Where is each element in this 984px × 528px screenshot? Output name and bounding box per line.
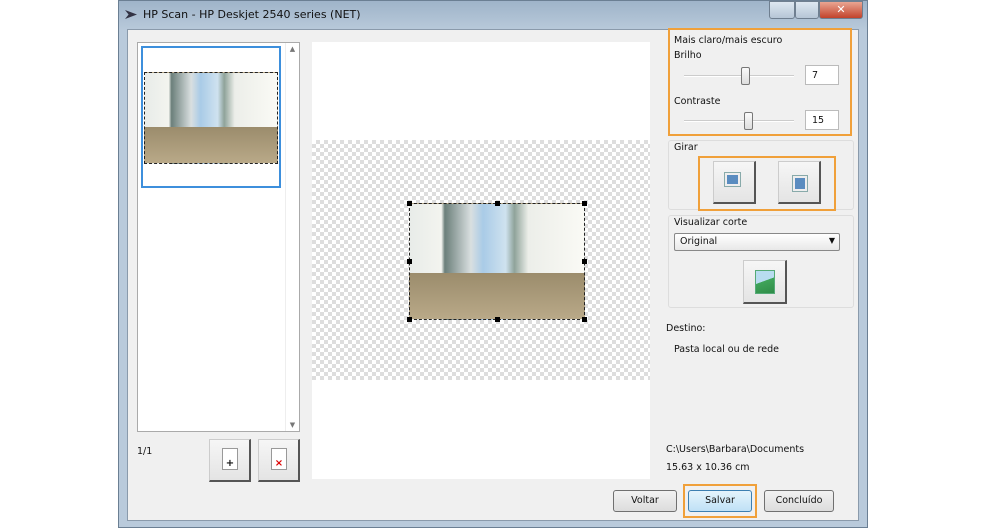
contrast-label: Contraste bbox=[674, 96, 721, 107]
crop-view-selected: Original bbox=[680, 236, 718, 247]
adjust-group-label: Mais claro/mais escuro bbox=[674, 35, 783, 46]
client-area: ▲ ▼ + × 1/1 Mais claro/mais escuro Brilho… bbox=[127, 28, 859, 521]
page-counter: 1/1 bbox=[137, 446, 153, 457]
rotate-right-icon bbox=[792, 175, 808, 192]
hp-scan-icon bbox=[125, 10, 137, 19]
destination-label: Destino: bbox=[666, 323, 706, 334]
preview-image bbox=[409, 203, 585, 320]
scan-size: 15.63 x 10.36 cm bbox=[666, 462, 750, 473]
crop-handle[interactable] bbox=[582, 201, 587, 206]
maximize-button[interactable] bbox=[795, 1, 819, 19]
contrast-slider-thumb[interactable] bbox=[743, 112, 753, 130]
rotate-right-button[interactable] bbox=[778, 161, 821, 204]
window-title: HP Scan - HP Deskjet 2540 series (NET) bbox=[143, 8, 361, 21]
save-button[interactable]: Salvar bbox=[688, 490, 752, 512]
page-thumbnail-selected[interactable] bbox=[141, 46, 281, 188]
brightness-slider-thumb[interactable] bbox=[740, 67, 750, 85]
back-button[interactable]: Voltar bbox=[613, 490, 677, 512]
crop-view-label: Visualizar corte bbox=[674, 217, 748, 228]
crop-view-select[interactable]: Original ▼ bbox=[674, 233, 840, 251]
contrast-slider[interactable] bbox=[684, 120, 794, 122]
image-crop-icon bbox=[755, 270, 775, 294]
add-page-icon: + bbox=[222, 448, 238, 470]
rotate-left-button[interactable] bbox=[713, 161, 756, 204]
delete-page-icon: × bbox=[271, 448, 287, 470]
destination-path: C:\Users\Barbara\Documents bbox=[666, 444, 805, 455]
page-thumbnail-list[interactable]: ▲ ▼ bbox=[137, 42, 300, 432]
crop-handle[interactable] bbox=[407, 317, 412, 322]
crop-handle[interactable] bbox=[582, 259, 587, 264]
crop-handle[interactable] bbox=[407, 201, 412, 206]
thumbnail-image bbox=[144, 72, 278, 164]
scan-preview[interactable] bbox=[312, 42, 650, 479]
delete-page-button[interactable]: × bbox=[258, 439, 300, 482]
add-page-button[interactable]: + bbox=[209, 439, 251, 482]
thumbnail-scrollbar[interactable]: ▲ ▼ bbox=[285, 43, 299, 431]
close-button[interactable]: ✕ bbox=[819, 1, 863, 19]
crop-handle[interactable] bbox=[495, 317, 500, 322]
crop-handle[interactable] bbox=[407, 259, 412, 264]
brightness-slider[interactable] bbox=[684, 75, 794, 77]
brightness-label: Brilho bbox=[674, 50, 702, 61]
minimize-button[interactable] bbox=[769, 1, 795, 19]
hp-scan-window: HP Scan - HP Deskjet 2540 series (NET) ✕… bbox=[118, 0, 868, 528]
title-bar: HP Scan - HP Deskjet 2540 series (NET) ✕ bbox=[119, 1, 867, 29]
rotate-group-label: Girar bbox=[674, 142, 698, 153]
crop-preview-button[interactable] bbox=[743, 260, 787, 304]
brightness-input[interactable]: 7 bbox=[805, 65, 839, 85]
contrast-input[interactable]: 15 bbox=[805, 110, 839, 130]
chevron-down-icon: ▼ bbox=[828, 236, 835, 245]
rotate-left-icon bbox=[724, 172, 741, 187]
done-button[interactable]: Concluído bbox=[764, 490, 834, 512]
destination-value: Pasta local ou de rede bbox=[674, 344, 779, 355]
crop-handle[interactable] bbox=[582, 317, 587, 322]
crop-handle[interactable] bbox=[495, 201, 500, 206]
